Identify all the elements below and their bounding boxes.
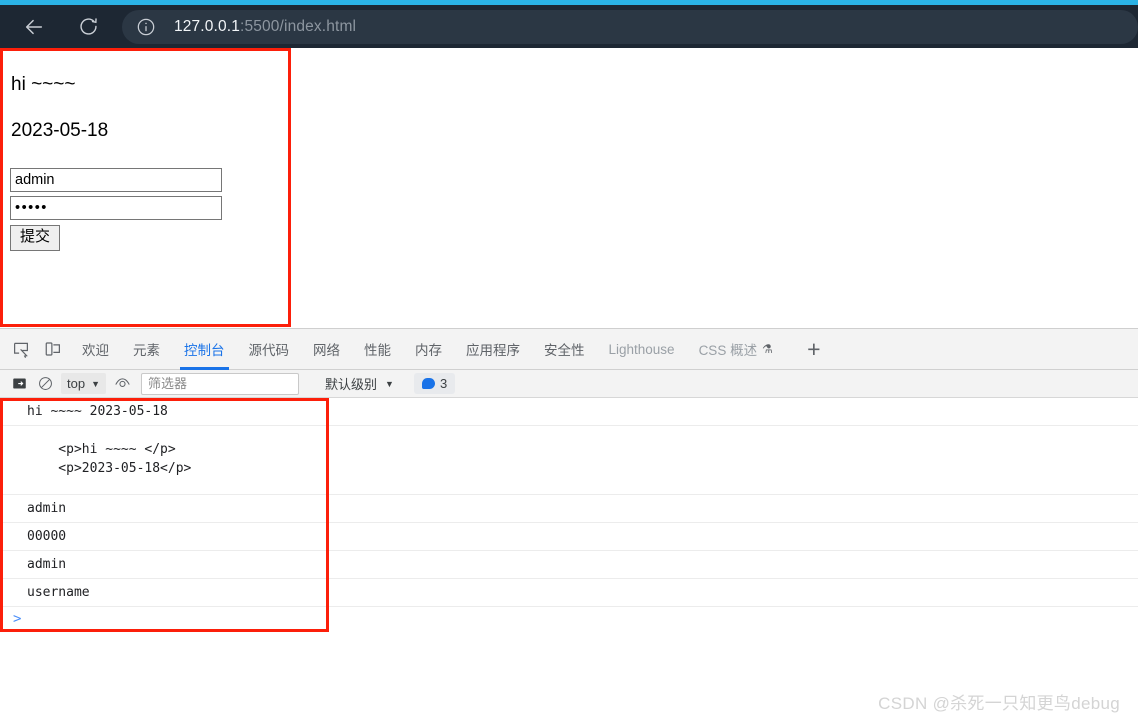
console-message-list: hi ~~~~ 2023-05-18 <p>hi ~~~~ </p> <p>20… [0,398,1138,633]
devtools-tabbar: 欢迎 元素 控制台 源代码 网络 性能 内存 应用程序 安全性 Lighthouse CSS 概述 ⚗… [0,329,1138,370]
console-filter-input[interactable] [141,372,299,395]
console-message-row: username [0,579,1138,607]
execution-context-value: top [67,376,86,391]
devtools-panel: 欢迎 元素 控制台 源代码 网络 性能 内存 应用程序 安全性 Lighthouse CSS 概述 ⚗… [0,328,1138,721]
inspect-element-icon[interactable] [6,335,36,363]
tab-label: 控制台 [184,343,225,358]
console-message-text: 00000 [27,529,67,544]
browser-toolbar: 127.0.0.1:5500/index.html [0,5,1138,48]
username-input[interactable] [10,168,222,192]
tab-1[interactable]: 元素 [121,329,172,370]
watermark: CSDN @杀死一只知更鸟debug [878,694,1120,713]
tab-7[interactable]: 应用程序 [454,329,532,370]
console-prompt[interactable]: > [0,607,1138,633]
tab-label: 网络 [313,343,340,358]
tab-5[interactable]: 性能 [352,329,403,370]
console-message-row: <p>hi ~~~~ </p> <p>2023-05-18</p> [0,426,1138,495]
log-level-select[interactable]: 默认级别 ▼ [319,373,400,395]
tab-0[interactable]: 欢迎 [70,329,121,370]
device-toolbar-icon[interactable] [38,335,68,363]
tab-label: 性能 [364,343,391,358]
add-panel-button[interactable]: + [797,332,831,366]
console-message-text: admin [27,557,67,572]
tab-label: 源代码 [248,343,290,358]
message-count-badge[interactable]: 3 [413,373,456,394]
message-count-value: 3 [439,376,448,391]
info-circle-icon[interactable] [136,17,156,37]
tab-8[interactable]: 安全性 [532,329,597,370]
tab-6[interactable]: 内存 [403,329,454,370]
console-message-row: 00000 [0,523,1138,551]
log-level-value: 默认级别 [325,377,378,392]
console-message-text: <p>hi ~~~~ </p> <p>2023-05-18</p> [58,442,192,476]
console-message-row: admin [0,495,1138,523]
screenshot-root: 127.0.0.1:5500/index.html hi ~~~~ 2023-0… [0,0,1138,721]
tab-label: 欢迎 [82,343,109,358]
page-heading: hi ~~~~ [11,74,76,95]
tab-10[interactable]: CSS 概述 ⚗ [687,329,785,370]
tab-label: 应用程序 [466,343,520,358]
address-bar[interactable]: 127.0.0.1:5500/index.html [122,9,1138,44]
url-host: 127.0.0.1 [174,17,240,35]
console-sidebar-icon[interactable] [6,372,32,396]
console-message-text: hi ~~~~ 2023-05-18 [27,404,168,419]
prompt-chevron-icon: > [13,611,22,627]
clear-console-icon[interactable] [32,372,58,396]
console-message-row: admin [0,551,1138,579]
page-date: 2023-05-18 [11,120,109,141]
tab-label: 元素 [133,343,160,358]
tab-4[interactable]: 网络 [301,329,352,370]
tab-3[interactable]: 源代码 [237,329,302,370]
console-message-row: hi ~~~~ 2023-05-18 [0,398,1138,426]
url-path: :5500/index.html [240,17,357,35]
live-expression-icon[interactable] [109,372,135,396]
reload-icon[interactable] [66,9,110,45]
speech-bubble-icon [421,378,435,389]
password-input[interactable] [10,196,222,220]
submit-button[interactable]: 提交 [10,225,61,251]
chevron-down-icon: ▼ [91,378,100,389]
devtools-tab-list: 欢迎 元素 控制台 源代码 网络 性能 内存 应用程序 安全性 Lighthouse CSS 概述 ⚗ [70,329,785,370]
back-arrow-icon[interactable] [12,9,56,45]
console-toolbar: top ▼ 默认级别 ▼ 3 [0,370,1138,398]
execution-context-select[interactable]: top ▼ [61,373,106,394]
tab-label: Lighthouse [608,341,675,357]
tab-9[interactable]: Lighthouse [597,329,687,370]
tab-2[interactable]: 控制台 [172,329,237,370]
tab-label: 内存 [415,343,442,358]
chevron-down-icon: ▼ [385,378,394,389]
page-viewport: hi ~~~~ 2023-05-18 提交 [0,48,1138,328]
console-message-text: admin [27,501,67,516]
tab-label: 安全性 [544,343,585,358]
flask-icon: ⚗ [762,342,773,356]
console-message-text: username [27,585,90,600]
tab-label: CSS 概述 [698,343,758,358]
